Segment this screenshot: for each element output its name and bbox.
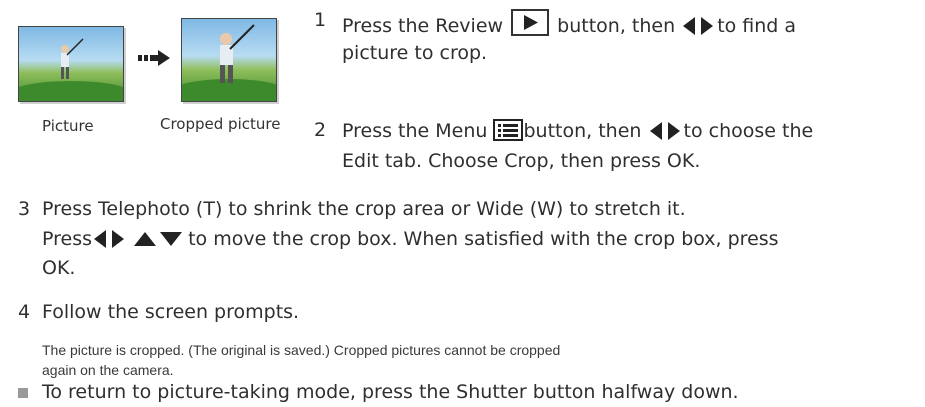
step-number: 2 <box>314 119 327 141</box>
note-line-1: The picture is cropped. (The original is… <box>42 342 561 358</box>
step-text: Press <box>42 228 93 250</box>
cropped-picture-thumbnail <box>181 18 277 102</box>
golfer-cropped-image <box>182 24 276 101</box>
cropped-picture-caption: Cropped picture <box>160 115 281 133</box>
step-number: 3 <box>18 198 31 220</box>
original-picture-caption: Picture <box>42 117 94 135</box>
step-4-line-1: Follow the screen prompts. <box>42 301 300 323</box>
left-right-arrows-icon <box>683 17 714 35</box>
step-number: 1 <box>314 9 327 31</box>
bullet-square-icon <box>18 388 28 398</box>
step-text: Press the Review <box>342 15 504 37</box>
step-text: button, then <box>557 15 676 37</box>
step-1-line-1: Press the Review button, then to find a <box>342 9 796 37</box>
step-3-line-2: Press to move the crop box. When satisfi… <box>42 228 779 250</box>
tip-text: To return to picture-taking mode, press … <box>42 381 739 403</box>
note-line-2: again on the camera. <box>42 362 174 378</box>
step-3-line-1: Press Telephoto (T) to shrink the crop a… <box>42 198 686 220</box>
step-text: to move the crop box. When satisfied wit… <box>188 228 779 250</box>
golfer-image <box>19 38 123 101</box>
left-right-arrows-icon <box>649 122 680 140</box>
step-text: button, then <box>523 120 642 142</box>
step-3-line-3: OK. <box>42 257 76 279</box>
menu-list-icon <box>493 119 524 141</box>
up-down-arrows-icon <box>134 232 183 246</box>
step-text: to choose the <box>683 120 814 142</box>
step-1-line-2: picture to crop. <box>342 42 488 64</box>
step-number: 4 <box>18 301 31 323</box>
arrow-right-icon <box>138 50 170 66</box>
step-2-line-2: Edit tab. Choose Crop, then press OK. <box>342 150 701 172</box>
original-picture-thumbnail <box>18 26 124 102</box>
step-2-line-1: Press the Menu button, then to choose th… <box>342 119 813 142</box>
step-text: Press the Menu <box>342 120 488 142</box>
left-right-arrows-icon <box>94 230 125 248</box>
step-text: to find a <box>717 15 797 37</box>
review-play-icon <box>511 9 550 36</box>
